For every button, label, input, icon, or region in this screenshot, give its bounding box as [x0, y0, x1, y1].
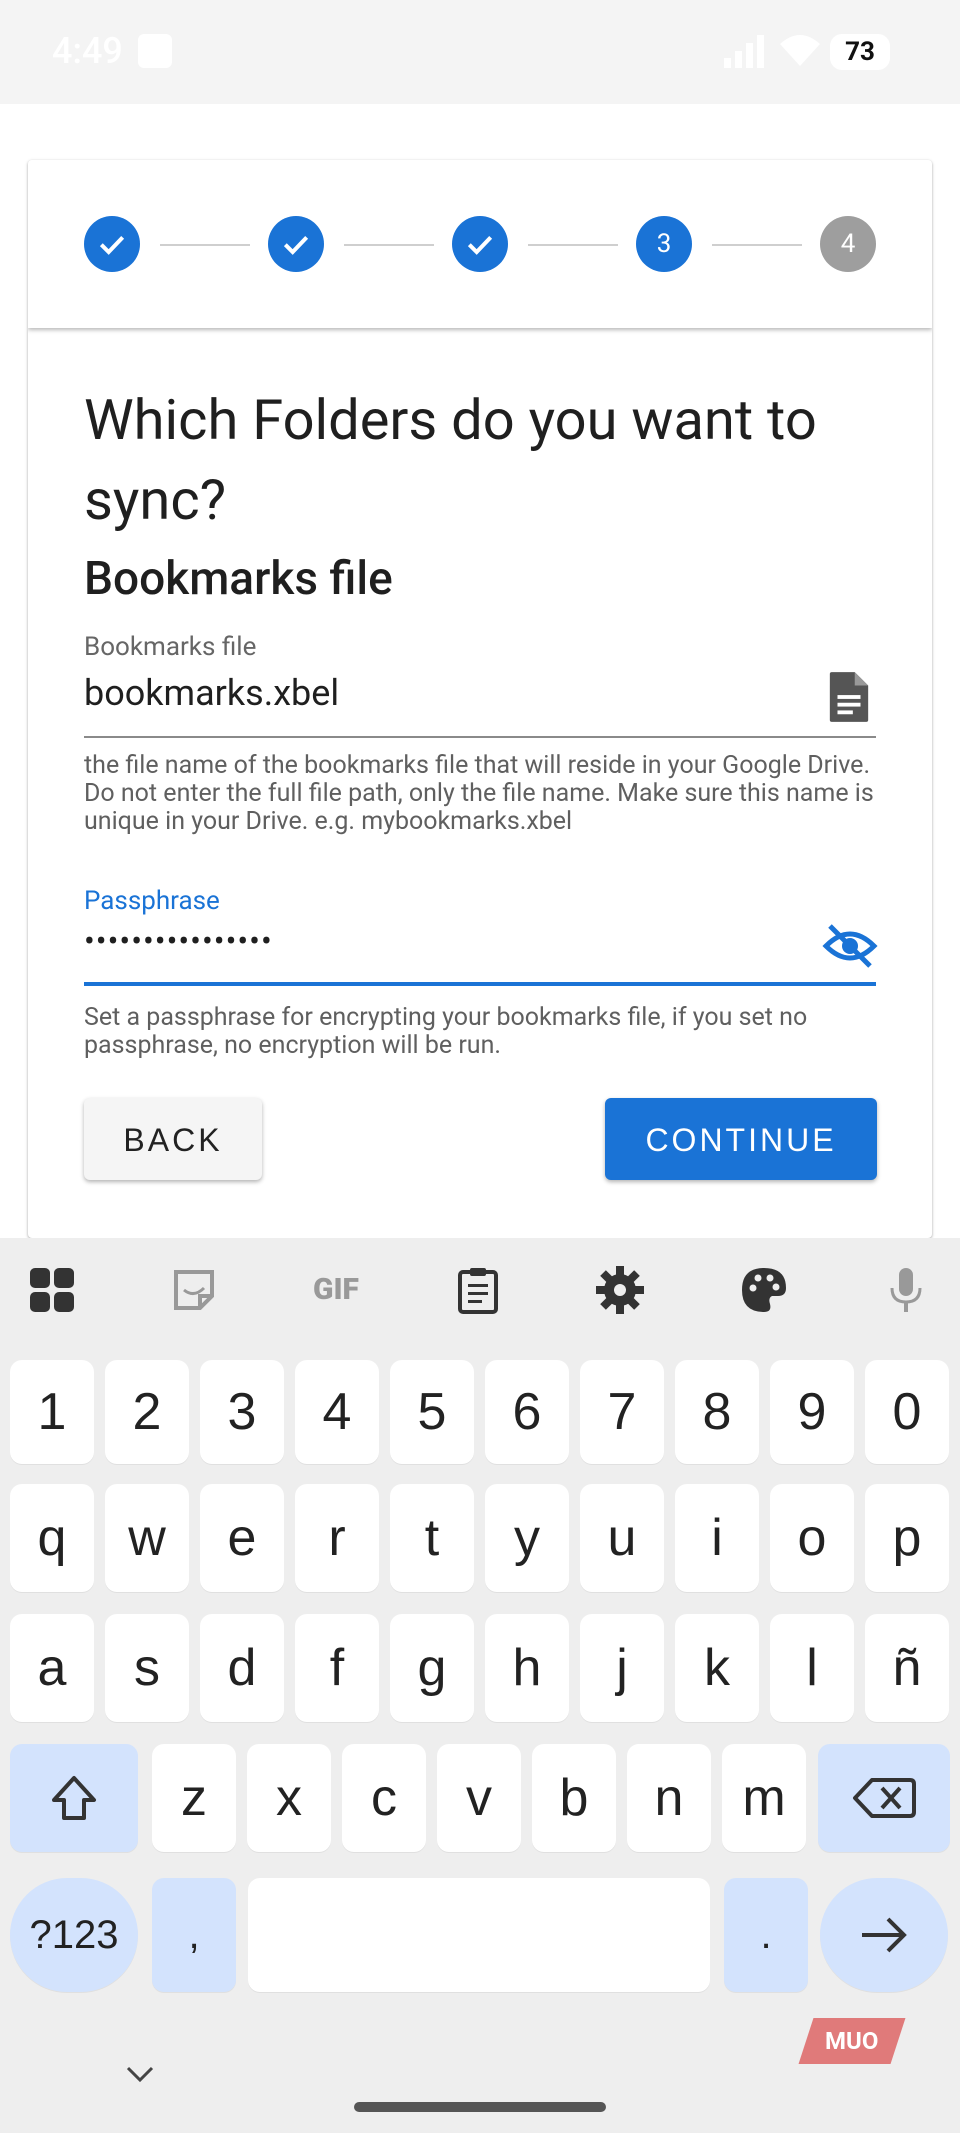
check-icon — [467, 235, 493, 255]
step-3-complete[interactable] — [452, 216, 508, 272]
key-d[interactable]: d — [200, 1614, 284, 1722]
palette-icon[interactable] — [740, 1266, 788, 1314]
step-connector — [712, 244, 802, 246]
gif-icon[interactable]: GIF — [306, 1266, 366, 1314]
key-f[interactable]: f — [295, 1614, 379, 1722]
signal-icon — [724, 35, 764, 68]
key-q[interactable]: q — [10, 1484, 94, 1592]
enter-key[interactable] — [820, 1878, 948, 1992]
key-2[interactable]: 2 — [105, 1360, 189, 1464]
status-bar: 4:49 73 — [0, 0, 960, 104]
passphrase-input[interactable]: •••••••••••••••• — [84, 922, 273, 960]
notification-icon — [138, 34, 172, 68]
key-s[interactable]: s — [105, 1614, 189, 1722]
step-1-complete[interactable] — [84, 216, 140, 272]
symbols-key[interactable]: ?123 — [10, 1878, 138, 1992]
step-5-pending[interactable]: 4 — [820, 216, 876, 272]
key-6[interactable]: 6 — [485, 1360, 569, 1464]
key-m[interactable]: m — [722, 1744, 806, 1852]
key-t[interactable]: t — [390, 1484, 474, 1592]
keyboard: GIF 1234567890 qwertyuiop asdfghjklñ zxcvbn… — [0, 1238, 960, 2133]
key-a[interactable]: a — [10, 1614, 94, 1722]
key-g[interactable]: g — [390, 1614, 474, 1722]
key-y[interactable]: y — [485, 1484, 569, 1592]
key-j[interactable]: j — [580, 1614, 664, 1722]
setup-card: 3 4 Which Folders do you want to sync? B… — [28, 160, 932, 1238]
back-button[interactable]: BACK — [84, 1098, 262, 1180]
key-z[interactable]: z — [152, 1744, 236, 1852]
step-connector — [344, 244, 434, 246]
battery-indicator: 73 — [830, 34, 890, 70]
key-i[interactable]: i — [675, 1484, 759, 1592]
bookmarks-file-input[interactable]: bookmarks.xbel — [84, 672, 339, 714]
key-w[interactable]: w — [105, 1484, 189, 1592]
step-connector — [528, 244, 618, 246]
bookmarks-file-label: Bookmarks file — [84, 632, 257, 662]
key-4[interactable]: 4 — [295, 1360, 379, 1464]
settings-icon[interactable] — [596, 1266, 644, 1314]
sticker-icon[interactable] — [170, 1266, 218, 1314]
stepper: 3 4 — [28, 160, 932, 328]
visibility-off-icon[interactable] — [822, 922, 878, 970]
key-1[interactable]: 1 — [10, 1360, 94, 1464]
watermark-text: MUO — [825, 2027, 879, 2055]
passphrase-help: Set a passphrase for encrypting your boo… — [84, 1003, 808, 1060]
bookmarks-file-help: the file name of the bookmarks file that… — [84, 751, 874, 836]
key-h[interactable]: h — [485, 1614, 569, 1722]
check-icon — [283, 235, 309, 255]
key-e[interactable]: e — [200, 1484, 284, 1592]
key-5[interactable]: 5 — [390, 1360, 474, 1464]
key-n[interactable]: n — [627, 1744, 711, 1852]
key-k[interactable]: k — [675, 1614, 759, 1722]
microphone-icon[interactable] — [882, 1266, 930, 1314]
space-key[interactable] — [248, 1878, 710, 1992]
step-4-current[interactable]: 3 — [636, 216, 692, 272]
passphrase-underline — [84, 982, 876, 986]
period-key[interactable]: . — [724, 1878, 808, 1992]
apps-grid-icon[interactable] — [28, 1266, 76, 1314]
passphrase-label: Passphrase — [84, 886, 220, 916]
keyboard-toolbar: GIF — [0, 1238, 960, 1338]
key-u[interactable]: u — [580, 1484, 664, 1592]
key-v[interactable]: v — [437, 1744, 521, 1852]
clipboard-icon[interactable] — [454, 1266, 502, 1314]
key-p[interactable]: p — [865, 1484, 949, 1592]
continue-button[interactable]: CONTINUE — [605, 1098, 877, 1180]
wifi-icon — [780, 35, 820, 66]
key-b[interactable]: b — [532, 1744, 616, 1852]
step-connector — [160, 244, 250, 246]
file-icon[interactable] — [826, 670, 872, 724]
arrow-right-icon — [862, 1917, 907, 1953]
key-x[interactable]: x — [247, 1744, 331, 1852]
key-l[interactable]: l — [770, 1614, 854, 1722]
key-0[interactable]: 0 — [865, 1360, 949, 1464]
home-indicator — [354, 2102, 606, 2112]
key-ñ[interactable]: ñ — [865, 1614, 949, 1722]
shift-key[interactable] — [10, 1744, 138, 1852]
key-7[interactable]: 7 — [580, 1360, 664, 1464]
page-title: Which Folders do you want to sync? — [84, 387, 817, 533]
key-9[interactable]: 9 — [770, 1360, 854, 1464]
backspace-icon — [853, 1778, 916, 1818]
key-3[interactable]: 3 — [200, 1360, 284, 1464]
step-2-complete[interactable] — [268, 216, 324, 272]
hide-keyboard-icon[interactable] — [124, 2064, 156, 2084]
status-time: 4:49 — [52, 30, 123, 72]
watermark-logo: MUO — [798, 2018, 906, 2064]
section-title: Bookmarks file — [84, 552, 393, 606]
key-r[interactable]: r — [295, 1484, 379, 1592]
bookmarks-file-underline — [84, 736, 876, 738]
shift-icon — [52, 1776, 96, 1820]
check-icon — [99, 235, 125, 255]
backspace-key[interactable] — [818, 1744, 950, 1852]
key-8[interactable]: 8 — [675, 1360, 759, 1464]
comma-key[interactable]: , — [152, 1878, 236, 1992]
key-o[interactable]: o — [770, 1484, 854, 1592]
key-c[interactable]: c — [342, 1744, 426, 1852]
